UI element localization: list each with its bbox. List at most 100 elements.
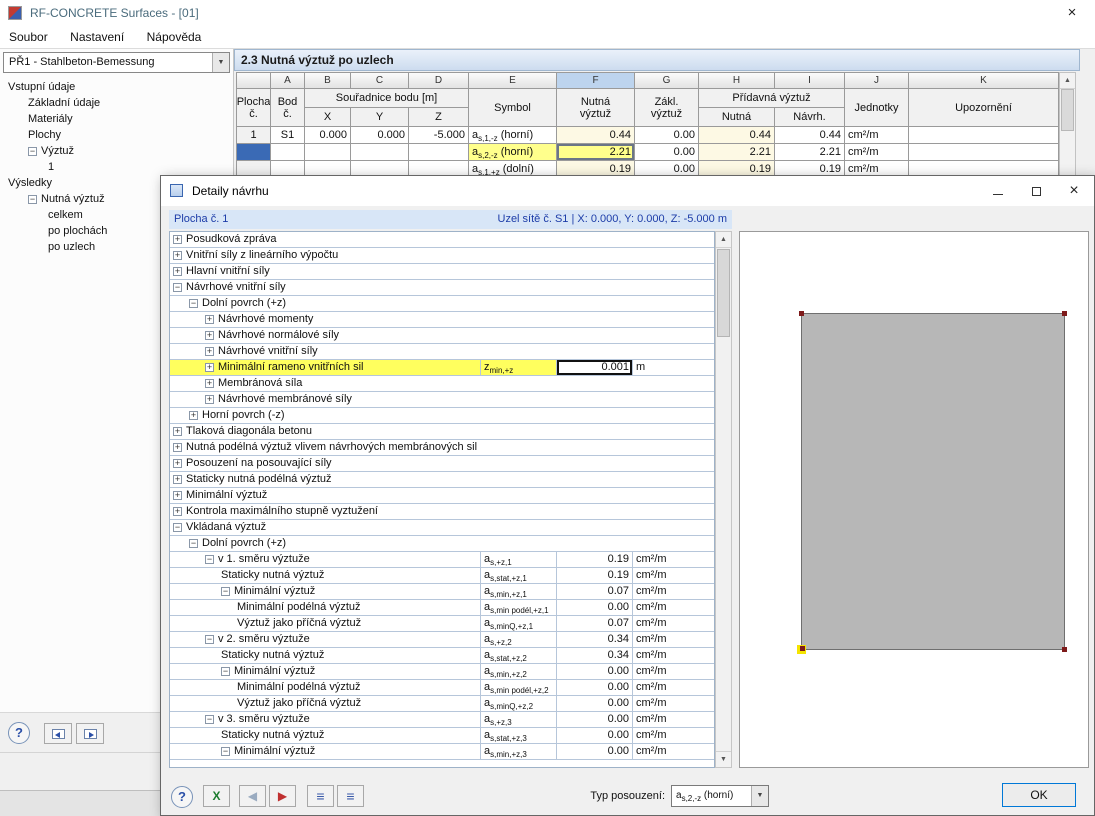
column-letter-k[interactable]: K	[909, 73, 1059, 89]
column-letter-corner[interactable]	[237, 73, 271, 89]
cell-basic-reinforcement[interactable]: 0.00	[635, 127, 699, 144]
check-type-selector[interactable]: as,2,-z (horní) ▼	[671, 785, 769, 807]
cell-units[interactable]: cm²/m	[845, 144, 909, 161]
detail-row-minim-ln-pod-ln-v-ztu[interactable]: Minimální podélná výztuž as,min podél,+z,…	[170, 680, 714, 696]
collapse-icon[interactable]: −	[221, 587, 230, 596]
column-letter-d[interactable]: D	[409, 73, 469, 89]
column-letter-a[interactable]: A	[271, 73, 305, 89]
scroll-down-icon[interactable]: ▼	[716, 751, 731, 767]
expand-icon[interactable]: +	[205, 395, 214, 404]
help-button[interactable]: ?	[171, 786, 193, 808]
nav-item-vstupn-daje[interactable]: Vstupní údaje	[2, 79, 231, 95]
detail-row-v-1-sm-ru-v-ztu-e[interactable]: − v 1. směru výztuže as,+z,1 0.19 cm²/m	[170, 552, 714, 568]
cell-symbol[interactable]: as,1,-z (horní)	[469, 127, 557, 144]
expand-icon[interactable]: +	[173, 491, 182, 500]
detail-row-doln-povrch-z[interactable]: − Dolní povrch (+z)	[170, 296, 714, 312]
detail-row-vnit-n-s-ly-z-line-rn-ho-v-po-tu[interactable]: + Vnitřní síly z lineárního výpočtu	[170, 248, 714, 264]
detail-row-n-vrhov-vnit-n-s-ly[interactable]: + Návrhové vnitřní síly	[170, 344, 714, 360]
detail-row-minim-ln-pod-ln-v-ztu[interactable]: Minimální podélná výztuž as,min podél,+z,…	[170, 600, 714, 616]
detail-row-n-vrhov-norm-lov-s-ly[interactable]: + Návrhové normálové síly	[170, 328, 714, 344]
detail-row-n-vrhov-vnit-n-s-ly[interactable]: − Návrhové vnitřní síly	[170, 280, 714, 296]
excel-export-button[interactable]: X	[203, 785, 230, 807]
expand-icon[interactable]: +	[173, 235, 182, 244]
cell-coord-z[interactable]	[409, 144, 469, 161]
chevron-down-icon[interactable]: ▼	[212, 53, 229, 72]
surface-view[interactable]	[739, 231, 1089, 768]
cell-required-reinforcement[interactable]: 2.21	[557, 144, 635, 161]
detail-row-minim-ln-v-ztu[interactable]: + Minimální výztuž	[170, 488, 714, 504]
detail-row-minim-ln-v-ztu[interactable]: − Minimální výztuž as,min,+z,3 0.00 cm²/m	[170, 744, 714, 760]
details-tree-scrollbar[interactable]: ▲ ▼	[715, 231, 732, 768]
window-close-button[interactable]: ×	[1049, 0, 1095, 26]
cell-note[interactable]	[909, 127, 1059, 144]
help-button[interactable]: ?	[8, 722, 30, 744]
collapse-icon[interactable]: −	[173, 283, 182, 292]
scroll-up-icon[interactable]: ▲	[1060, 73, 1075, 89]
column-letter-g[interactable]: G	[635, 73, 699, 89]
nav-item-plochy[interactable]: Plochy	[2, 127, 231, 143]
scrollbar-thumb[interactable]	[1061, 89, 1074, 131]
expand-icon[interactable]: +	[173, 427, 182, 436]
collapse-icon[interactable]: −	[173, 523, 182, 532]
expand-icon[interactable]: +	[173, 459, 182, 468]
chevron-down-icon[interactable]: ▼	[751, 786, 768, 806]
collapse-icon[interactable]: −	[205, 555, 214, 564]
detail-row-minim-ln-v-ztu[interactable]: − Minimální výztuž as,min,+z,1 0.07 cm²/m	[170, 584, 714, 600]
detail-row-doln-povrch-z[interactable]: − Dolní povrch (+z)	[170, 536, 714, 552]
cell-additional-provided[interactable]: 0.44	[775, 127, 845, 144]
row-header[interactable]	[237, 144, 271, 161]
design-case-selector[interactable]: PŘ1 - Stahlbeton-Bemessung ▼	[3, 52, 230, 73]
detail-value[interactable]: 0.001	[556, 360, 632, 375]
panel-dock-right-button[interactable]	[76, 723, 104, 744]
nav-item-z-kladn-daje[interactable]: Základní údaje	[2, 95, 231, 111]
menu-nastaveni[interactable]: Nastavení	[61, 26, 133, 48]
collapse-icon[interactable]: −	[221, 747, 230, 756]
expand-icon[interactable]: +	[173, 475, 182, 484]
detail-row-nutn-pod-ln-v-ztu-vlivem-n-vrhov-ch-membr-nov-ch-sil[interactable]: + Nutná podélná výztuž vlivem návrhových …	[170, 440, 714, 456]
detail-row-vkl-dan-v-ztu[interactable]: − Vkládaná výztuž	[170, 520, 714, 536]
menu-soubor[interactable]: Soubor	[0, 26, 57, 48]
detail-row-n-vrhov-membr-nov-s-ly[interactable]: + Návrhové membránové síly	[170, 392, 714, 408]
scrollbar-thumb[interactable]	[717, 249, 730, 337]
detail-row-horn-povrch-z[interactable]: + Horní povrch (-z)	[170, 408, 714, 424]
detail-row-minim-ln-rameno-vnit-n-ch-sil[interactable]: + Minimální rameno vnitřních sil zmin,+z 0.…	[170, 360, 714, 376]
ok-button[interactable]: OK	[1002, 783, 1076, 807]
collapse-icon[interactable]: −	[28, 194, 37, 204]
nav-item-v-ztu[interactable]: − Výztuž	[2, 143, 231, 159]
collapse-icon[interactable]: −	[205, 635, 214, 644]
collapse-icon[interactable]: −	[221, 667, 230, 676]
table-scrollbar[interactable]: ▲	[1059, 72, 1076, 176]
detail-row-v-ztu-jako-p-n-v-ztu[interactable]: Výztuž jako příčná výztuž as,minQ,+z,1 0.0…	[170, 616, 714, 632]
column-letter-f[interactable]: F	[557, 73, 635, 89]
cell-coord-x[interactable]: 0.000	[305, 127, 351, 144]
column-letter-c[interactable]: C	[351, 73, 409, 89]
detail-row-staticky-nutn-v-ztu[interactable]: Staticky nutná výztuž as,stat,+z,2 0.34 cm²…	[170, 648, 714, 664]
detail-row-v-ztu-jako-p-n-v-ztu[interactable]: Výztuž jako příčná výztuž as,minQ,+z,2 0.0…	[170, 696, 714, 712]
collapse-icon[interactable]: −	[205, 715, 214, 724]
cell-coord-z[interactable]: -5.000	[409, 127, 469, 144]
detail-row-kontrola-maxim-ln-ho-stupn-vyztu-en[interactable]: + Kontrola maximálního stupně vyztužení	[170, 504, 714, 520]
expand-icon[interactable]: +	[205, 347, 214, 356]
expand-icon[interactable]: +	[173, 267, 182, 276]
expand-icon[interactable]: +	[173, 251, 182, 260]
column-letter-i[interactable]: I	[775, 73, 845, 89]
cell-point[interactable]: S1	[271, 127, 305, 144]
expand-icon[interactable]: +	[205, 315, 214, 324]
expand-icon[interactable]: +	[173, 443, 182, 452]
panel-dock-left-button[interactable]	[44, 723, 72, 744]
cell-additional-required[interactable]: 2.21	[699, 144, 775, 161]
cell-coord-y[interactable]	[351, 144, 409, 161]
detail-row-v-3-sm-ru-v-ztu-e[interactable]: − v 3. směru výztuže as,+z,3 0.00 cm²/m	[170, 712, 714, 728]
nav-item-1[interactable]: 1	[2, 159, 231, 175]
detail-row-staticky-nutn-v-ztu[interactable]: Staticky nutná výztuž as,stat,+z,1 0.19 cm²…	[170, 568, 714, 584]
cell-coord-y[interactable]: 0.000	[351, 127, 409, 144]
expand-icon[interactable]: +	[189, 411, 198, 420]
cell-point[interactable]	[271, 144, 305, 161]
detail-row-staticky-nutn-pod-ln-v-ztu[interactable]: + Staticky nutná podélná výztuž	[170, 472, 714, 488]
cell-required-reinforcement[interactable]: 0.44	[557, 127, 635, 144]
column-letter-h[interactable]: H	[699, 73, 775, 89]
expand-icon[interactable]: +	[205, 379, 214, 388]
results-filter-button[interactable]: ≡	[307, 785, 334, 807]
expand-icon[interactable]: +	[205, 363, 214, 372]
cell-symbol[interactable]: as,2,-z (horní)	[469, 144, 557, 161]
